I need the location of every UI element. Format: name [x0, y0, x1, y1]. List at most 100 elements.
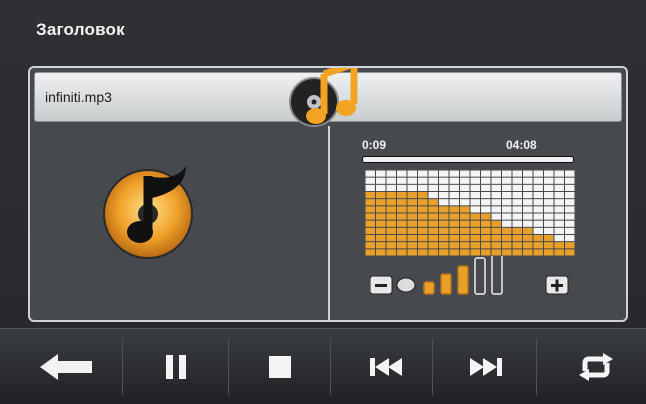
progress-bar[interactable] — [362, 156, 574, 163]
file-name: infiniti.mp3 — [45, 89, 112, 105]
equalizer-cell — [565, 227, 575, 234]
equalizer-cell — [470, 192, 480, 199]
equalizer-cell-filled — [491, 220, 501, 227]
equalizer-cell-filled — [481, 235, 491, 242]
equalizer-cell — [491, 184, 501, 191]
equalizer-cell-filled — [376, 220, 386, 227]
equalizer-cell-filled — [481, 242, 491, 249]
equalizer-cell-filled — [418, 213, 428, 220]
equalizer-cell — [365, 177, 375, 184]
equalizer-cell — [565, 199, 575, 206]
equalizer-cell-filled — [481, 220, 491, 227]
equalizer-cell-filled — [407, 227, 417, 234]
equalizer-cell — [565, 170, 575, 177]
equalizer-cell-filled — [397, 220, 407, 227]
equalizer-cell — [544, 220, 554, 227]
equalizer-cell-filled — [470, 249, 480, 256]
next-button[interactable] — [446, 337, 526, 397]
volume-bar — [474, 257, 486, 295]
equalizer-cell — [554, 184, 564, 191]
equalizer-cell — [397, 184, 407, 191]
equalizer-cell-filled — [365, 249, 375, 256]
equalizer-cell — [523, 192, 533, 199]
equalizer-cell — [397, 170, 407, 177]
equalizer-cell — [512, 199, 522, 206]
equalizer-cell — [376, 170, 386, 177]
back-button[interactable] — [26, 337, 106, 397]
equalizer-cell-filled — [544, 249, 554, 256]
pause-button[interactable] — [136, 337, 216, 397]
equalizer-cell-filled — [491, 235, 501, 242]
equalizer-cell — [512, 192, 522, 199]
equalizer-cell — [544, 184, 554, 191]
equalizer-cell — [407, 184, 417, 191]
equalizer-cell — [533, 227, 543, 234]
equalizer-cell-filled — [439, 213, 449, 220]
divider — [432, 339, 433, 395]
equalizer-cell-filled — [407, 220, 417, 227]
album-art-pane — [30, 126, 330, 320]
equalizer-cell — [523, 177, 533, 184]
equalizer-cell-filled — [397, 199, 407, 206]
equalizer-cell-filled — [397, 235, 407, 242]
equalizer-cell — [470, 206, 480, 213]
equalizer-cell-filled — [365, 199, 375, 206]
equalizer-cell — [418, 170, 428, 177]
equalizer-cell-filled — [460, 220, 470, 227]
equalizer-cell — [554, 192, 564, 199]
volume-control[interactable] — [370, 256, 570, 306]
equalizer-cell — [533, 184, 543, 191]
equalizer-cell — [565, 220, 575, 227]
equalizer-cell — [470, 184, 480, 191]
equalizer-cell — [439, 184, 449, 191]
equalizer-cell-filled — [533, 249, 543, 256]
equalizer-cell — [439, 192, 449, 199]
equalizer-cell — [523, 184, 533, 191]
equalizer-cell — [502, 213, 512, 220]
equalizer-cell-filled — [428, 242, 438, 249]
equalizer-cell-filled — [554, 249, 564, 256]
equalizer-cell — [365, 170, 375, 177]
equalizer-cell-filled — [418, 192, 428, 199]
equalizer-cell-filled — [460, 227, 470, 234]
previous-button[interactable] — [346, 337, 426, 397]
equalizer-cell-filled — [418, 206, 428, 213]
equalizer-cell-filled — [365, 206, 375, 213]
equalizer-cell — [449, 199, 459, 206]
equalizer-cell — [439, 177, 449, 184]
equalizer-cell — [428, 192, 438, 199]
equalizer-cell-filled — [460, 242, 470, 249]
equalizer-cell — [418, 177, 428, 184]
total-time: 04:08 — [506, 138, 537, 152]
equalizer-cell-filled — [449, 206, 459, 213]
equalizer-cell — [449, 177, 459, 184]
equalizer-cell-filled — [533, 235, 543, 242]
plus-icon-vertical — [555, 279, 559, 292]
equalizer-cell — [533, 213, 543, 220]
equalizer-cell — [512, 220, 522, 227]
equalizer-cell — [544, 199, 554, 206]
equalizer-cell — [491, 213, 501, 220]
volume-bar — [491, 256, 503, 295]
equalizer-cell-filled — [439, 220, 449, 227]
stop-button[interactable] — [240, 337, 320, 397]
equalizer-cell — [565, 192, 575, 199]
equalizer-cell-filled — [407, 235, 417, 242]
equalizer-cell-filled — [523, 235, 533, 242]
equalizer-cell-filled — [418, 227, 428, 234]
equalizer-cell-filled — [460, 213, 470, 220]
equalizer-cell-filled — [491, 227, 501, 234]
equalizer-cell-filled — [397, 192, 407, 199]
equalizer-cell — [449, 184, 459, 191]
equalizer-cell — [418, 184, 428, 191]
repeat-button[interactable] — [556, 337, 636, 397]
equalizer-cell — [460, 184, 470, 191]
equalizer-cell-filled — [418, 249, 428, 256]
equalizer-cell-filled — [439, 235, 449, 242]
equalizer-cell — [533, 206, 543, 213]
equalizer-cell-filled — [397, 249, 407, 256]
back-arrow-icon — [40, 354, 92, 380]
equalizer-cell-filled — [502, 227, 512, 234]
equalizer-cell-filled — [523, 227, 533, 234]
equalizer-cell-filled — [418, 199, 428, 206]
